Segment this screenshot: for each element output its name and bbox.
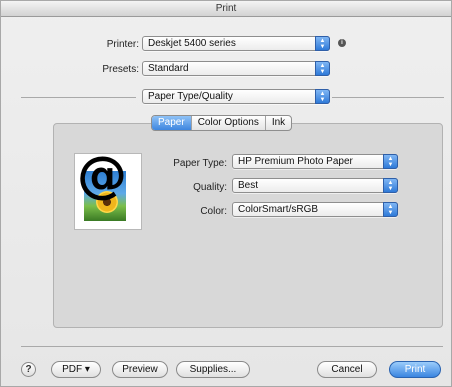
info-icon[interactable]: i xyxy=(338,39,346,47)
printer-value: Deskjet 5400 series xyxy=(148,38,236,49)
tab-color-options[interactable]: Color Options xyxy=(192,116,266,130)
popup-arrows-icon: ▲ ▼ xyxy=(383,202,398,217)
bottom-divider xyxy=(21,346,443,347)
section-divider-right xyxy=(332,97,444,98)
popup-arrows-icon: ▲ ▼ xyxy=(315,36,330,51)
popup-arrows-icon: ▲ ▼ xyxy=(315,89,330,104)
section-popup[interactable]: Paper Type/Quality ▲ ▼ xyxy=(142,89,330,104)
presets-label: Presets: xyxy=(102,64,139,75)
section-divider-left xyxy=(21,97,136,98)
color-popup[interactable]: ColorSmart/sRGB ▲ ▼ xyxy=(232,202,398,217)
paper-preview-thumbnail: @ xyxy=(74,146,142,230)
quality-popup[interactable]: Best ▲ ▼ xyxy=(232,178,398,193)
popup-arrows-icon: ▲ ▼ xyxy=(383,154,398,169)
section-value: Paper Type/Quality xyxy=(148,91,233,102)
print-dialog: Print Printer: Deskjet 5400 series ▲ ▼ i … xyxy=(0,0,452,387)
tab-paper[interactable]: Paper xyxy=(152,116,192,130)
help-icon[interactable]: ? xyxy=(21,362,36,377)
printer-popup[interactable]: Deskjet 5400 series ▲ ▼ xyxy=(142,36,330,51)
paper-type-value: HP Premium Photo Paper xyxy=(238,156,353,167)
tab-ink[interactable]: Ink xyxy=(266,116,291,130)
presets-popup[interactable]: Standard ▲ ▼ xyxy=(142,61,330,76)
window-title: Print xyxy=(1,1,451,17)
at-sign-glyph: @ xyxy=(77,146,127,204)
presets-value: Standard xyxy=(148,63,189,74)
tab-bar: Paper Color Options Ink xyxy=(151,115,293,131)
printer-label: Printer: xyxy=(106,39,139,50)
pdf-button[interactable]: PDF ▾ xyxy=(51,361,101,378)
popup-arrows-icon: ▲ ▼ xyxy=(383,178,398,193)
popup-arrows-icon: ▲ ▼ xyxy=(315,61,330,76)
paper-type-popup[interactable]: HP Premium Photo Paper ▲ ▼ xyxy=(232,154,398,169)
quality-value: Best xyxy=(238,180,259,191)
preview-button[interactable]: Preview xyxy=(112,361,168,378)
supplies-button[interactable]: Supplies... xyxy=(176,361,250,378)
color-value: ColorSmart/sRGB xyxy=(238,204,319,215)
cancel-button[interactable]: Cancel xyxy=(317,361,377,378)
color-label: Color: xyxy=(200,206,227,217)
print-button[interactable]: Print xyxy=(389,361,441,378)
paper-type-label: Paper Type: xyxy=(173,158,227,169)
quality-label: Quality: xyxy=(193,182,227,193)
